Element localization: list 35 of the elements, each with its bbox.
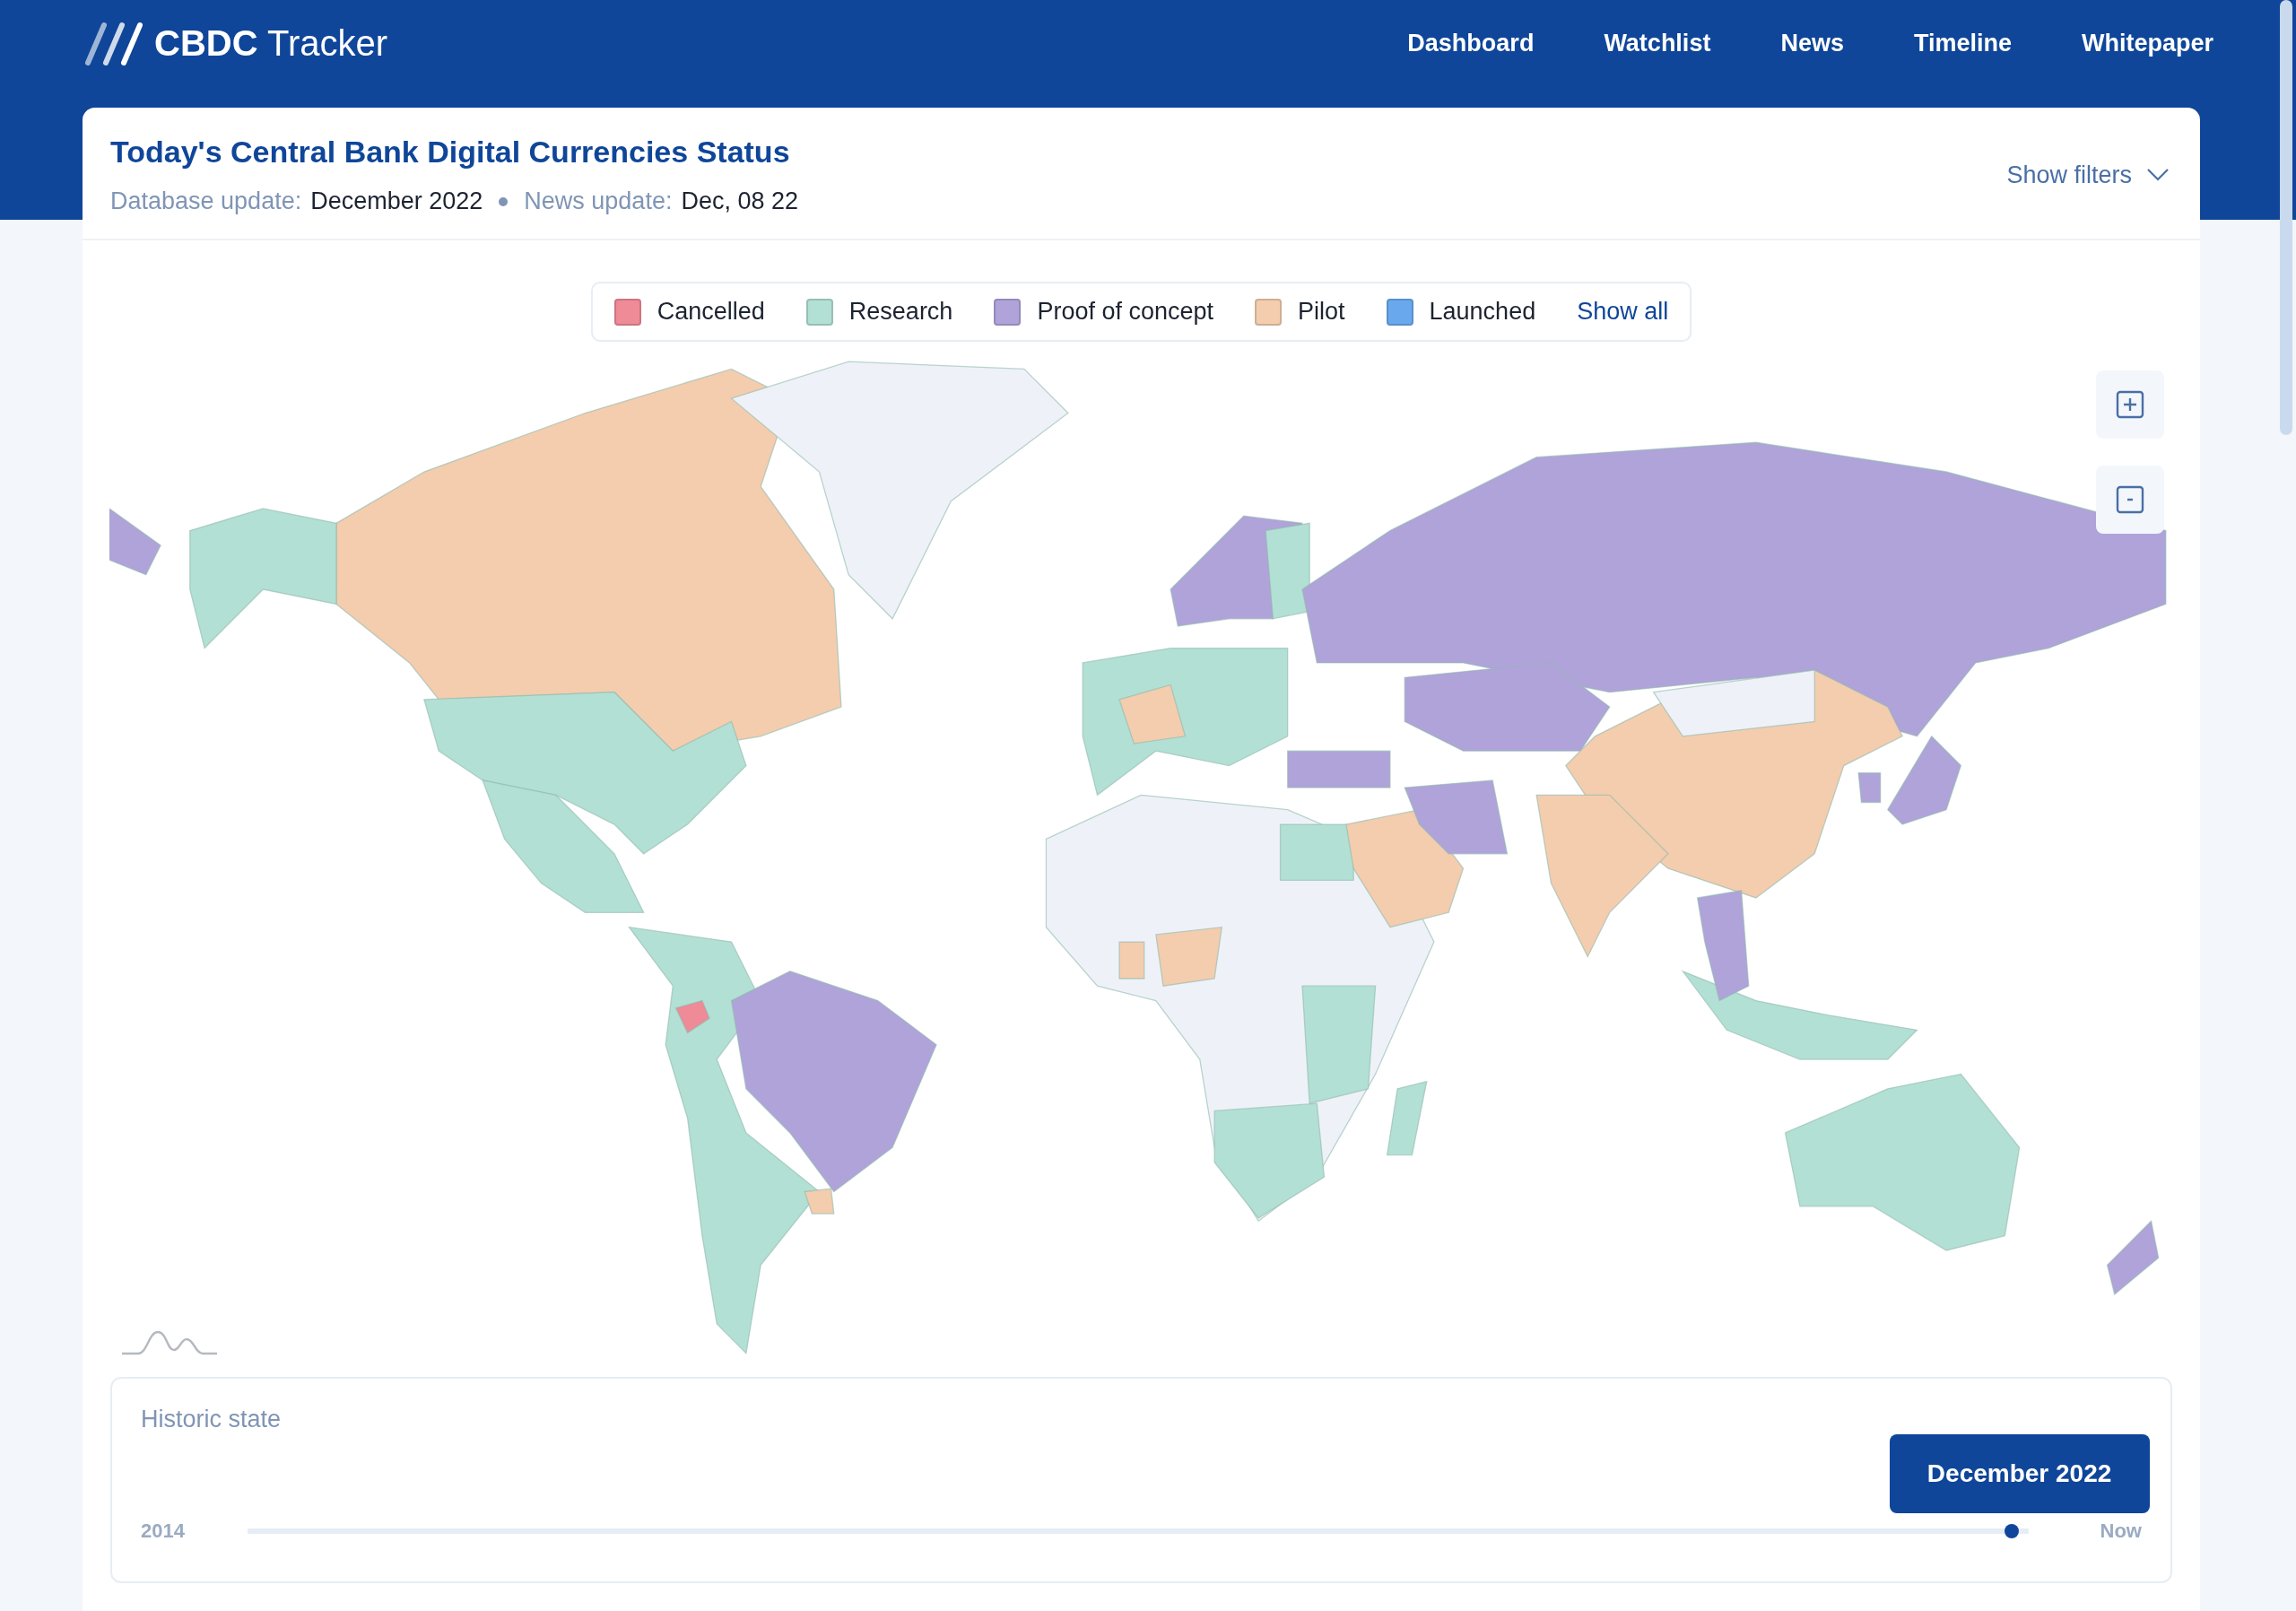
news-value: Dec, 08 22 <box>681 187 798 215</box>
legend-swatch[interactable] <box>613 298 641 326</box>
show-all-link[interactable]: Show all <box>1577 298 1669 326</box>
nav-link[interactable]: Dashboard <box>1407 29 1535 57</box>
page-title: Today's Central Bank Digital Currencies Status <box>110 135 791 170</box>
zoom-out-button[interactable] <box>2096 466 2164 534</box>
database-value: December 2022 <box>310 187 483 215</box>
nav-link[interactable]: News <box>1780 29 1844 57</box>
legend-label[interactable]: Research <box>848 298 953 326</box>
minus-icon <box>2116 485 2144 514</box>
database-label: Database update: <box>110 187 302 215</box>
scrollbar[interactable] <box>2280 0 2292 435</box>
legend-label[interactable]: Pilot <box>1298 298 1345 326</box>
date-tooltip: December 2022 <box>1889 1434 2150 1513</box>
nav-link[interactable]: Whitepaper <box>2082 29 2213 57</box>
start-year-label: 2014 <box>141 1520 185 1543</box>
plus-icon <box>2116 390 2144 419</box>
end-label: Now <box>2100 1520 2142 1543</box>
show-filters-link[interactable]: Show filters <box>2006 161 2132 189</box>
legend-swatch[interactable] <box>805 298 833 326</box>
brand-logo[interactable]: CBDC Tracker <box>154 22 388 64</box>
historic-title: Historic state <box>141 1406 283 1433</box>
nav-link[interactable]: Watchlist <box>1604 29 1711 57</box>
news-label: News update: <box>524 187 673 215</box>
legend-label[interactable]: Cancelled <box>657 298 765 326</box>
zoom-in-button[interactable] <box>2096 370 2164 439</box>
separator-dot-icon <box>499 196 509 206</box>
nav-link[interactable]: Timeline <box>1913 29 2012 57</box>
slider-thumb[interactable] <box>2004 1524 2019 1538</box>
legend-label[interactable]: Launched <box>1429 298 1536 326</box>
legend-swatch[interactable] <box>1386 298 1413 326</box>
legend-swatch[interactable] <box>1255 298 1282 326</box>
legend-swatch[interactable] <box>994 298 1022 326</box>
chevron-down-icon[interactable] <box>2146 168 2170 182</box>
legend-label[interactable]: Proof of concept <box>1037 298 1213 326</box>
